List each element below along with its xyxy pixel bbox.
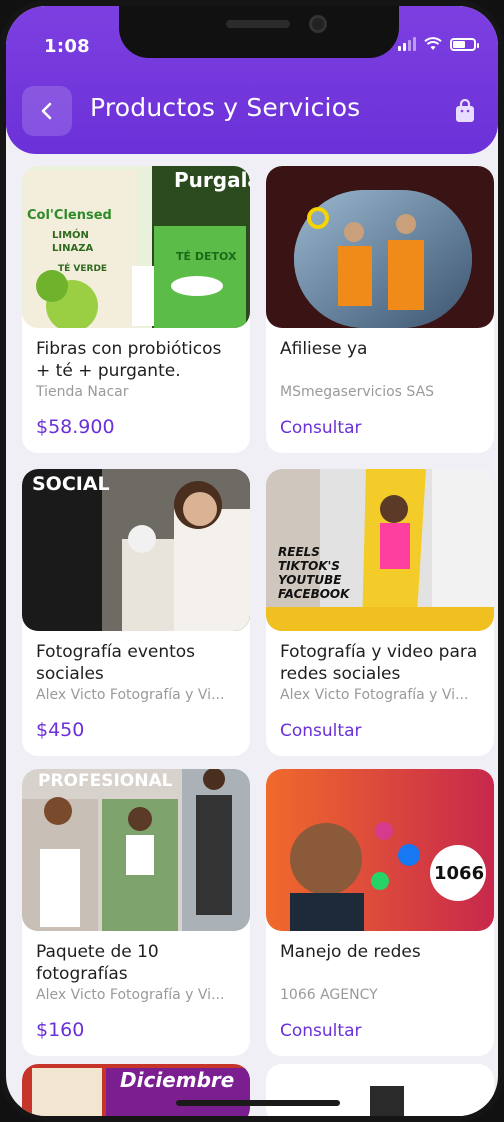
image-label: 1066 bbox=[434, 863, 485, 884]
consult-link[interactable]: Consultar bbox=[280, 1021, 361, 1041]
product-title: Fotografía eventos sociales bbox=[36, 642, 196, 684]
image-label: TIKTOK'S bbox=[278, 559, 340, 573]
product-price: $58.900 bbox=[36, 416, 115, 438]
image-label: LINAZA bbox=[52, 243, 94, 254]
chevron-left-icon bbox=[41, 102, 52, 120]
device-notch bbox=[119, 6, 399, 58]
consult-link[interactable]: Consultar bbox=[280, 721, 361, 741]
back-button[interactable] bbox=[22, 86, 72, 136]
product-title: Paquete de 10 fotografías bbox=[36, 942, 159, 984]
product-image bbox=[266, 166, 494, 328]
image-label: PROFESIONAL bbox=[38, 771, 173, 791]
product-image bbox=[266, 1064, 494, 1116]
product-title: Fibras con probióticos + té + purgante. bbox=[36, 339, 222, 381]
image-label: YOUTUBE bbox=[278, 573, 342, 587]
page-title: Productos y Servicios bbox=[90, 93, 361, 122]
product-card[interactable]: Afiliese ya MSmegaservicios SAS Consulta… bbox=[266, 166, 494, 453]
product-title: Manejo de redes bbox=[280, 942, 421, 962]
image-label: FACEBOOK bbox=[278, 587, 350, 601]
image-label: LIMÓN bbox=[52, 230, 89, 241]
product-card[interactable]: 1066 Manejo de redes 1066 AGENCY Consult… bbox=[266, 769, 494, 1056]
product-card[interactable]: Col'Clensed LIMÓN LINAZA TÉ VERDE Purgal… bbox=[22, 166, 250, 453]
image-label: REELS bbox=[278, 545, 320, 559]
product-price: $160 bbox=[36, 1019, 85, 1041]
image-label: Purgala bbox=[174, 168, 250, 192]
product-card[interactable] bbox=[266, 1064, 494, 1116]
speaker bbox=[226, 20, 290, 28]
product-price: $450 bbox=[36, 719, 85, 741]
product-seller: Alex Victo Fotografía y Vi... bbox=[36, 687, 225, 703]
consult-link[interactable]: Consultar bbox=[280, 418, 361, 438]
product-seller: MSmegaservicios SAS bbox=[280, 384, 435, 400]
product-image: REELS TIKTOK'S YOUTUBE FACEBOOK bbox=[266, 469, 494, 631]
home-indicator[interactable] bbox=[176, 1100, 340, 1106]
product-card[interactable]: PROFESIONAL Paquete de 10 fotografías Al… bbox=[22, 769, 250, 1056]
battery-icon bbox=[450, 38, 479, 51]
app-header: 1:08 Productos y Servicios bbox=[6, 6, 498, 154]
product-title: Fotografía y video para redes sociales bbox=[280, 642, 478, 684]
image-label: TÉ VERDE bbox=[58, 264, 108, 274]
status-icons bbox=[398, 37, 479, 51]
product-image: Col'Clensed LIMÓN LINAZA TÉ VERDE Purgal… bbox=[22, 166, 250, 328]
shopping-bag-icon[interactable] bbox=[454, 98, 476, 124]
product-card[interactable]: SOCIAL Fotografía eventos sociales Alex … bbox=[22, 469, 250, 756]
product-seller: Alex Victo Fotografía y Vi... bbox=[280, 687, 469, 703]
image-label: Diciembre bbox=[120, 1068, 235, 1092]
product-image: PROFESIONAL bbox=[22, 769, 250, 931]
phone-screen: 1:08 Productos y Servicios Col'Clensed L… bbox=[0, 0, 504, 1122]
product-image: SOCIAL bbox=[22, 469, 250, 631]
wifi-icon bbox=[424, 37, 442, 50]
product-image: 1066 bbox=[266, 769, 494, 931]
product-seller: 1066 AGENCY bbox=[280, 987, 378, 1003]
image-label: SOCIAL bbox=[32, 473, 110, 495]
camera bbox=[309, 15, 327, 33]
signal-icon bbox=[398, 37, 416, 51]
image-label: TÉ DETOX bbox=[176, 250, 237, 263]
product-card[interactable]: Diciembre bbox=[22, 1064, 250, 1116]
image-label: Col'Clensed bbox=[27, 208, 112, 223]
product-seller: Tienda Nacar bbox=[36, 384, 129, 400]
product-image: Diciembre bbox=[22, 1064, 250, 1116]
product-title: Afiliese ya bbox=[280, 339, 368, 359]
product-card[interactable]: REELS TIKTOK'S YOUTUBE FACEBOOK Fotograf… bbox=[266, 469, 494, 756]
product-seller: Alex Victo Fotografía y Vi... bbox=[36, 987, 225, 1003]
status-time: 1:08 bbox=[44, 36, 90, 57]
